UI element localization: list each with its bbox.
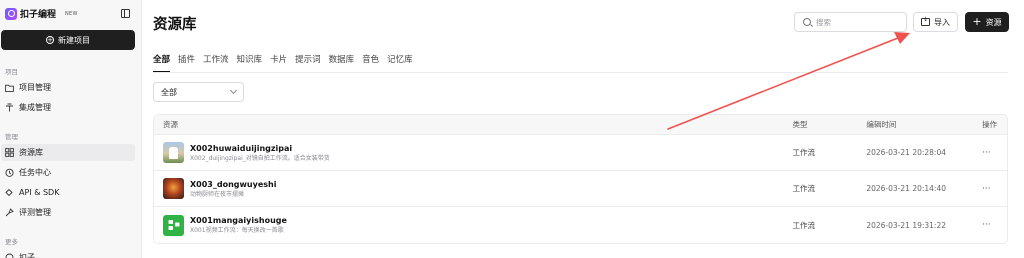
resource-type: 工作流	[792, 220, 816, 230]
add-resource-button[interactable]: + 资源	[965, 12, 1009, 32]
folder-icon	[5, 83, 14, 92]
column-header-time: 编辑时间	[866, 120, 897, 129]
resource-edit-time: 2026-03-21 20:14:40	[866, 184, 946, 193]
clock-icon	[5, 168, 14, 177]
more-actions-button[interactable]: ···	[982, 148, 1007, 158]
tab-memory[interactable]: 记忆库	[387, 51, 413, 73]
tab-cards[interactable]: 卡片	[270, 51, 287, 73]
type-filter-select[interactable]: 全部	[153, 82, 244, 102]
tabs-divider	[153, 72, 1008, 73]
app-root: 扣子编程 NEW + 新建项目 项目 项目管理 集成管理 管理 资源库 任务中心…	[0, 0, 1024, 258]
resource-name: X001mangaiyishouge	[190, 216, 287, 225]
more-actions-button[interactable]: ···	[982, 220, 1007, 230]
sidebar-item-projects[interactable]: 项目管理	[1, 79, 135, 96]
workflow-icon	[163, 214, 184, 236]
new-badge: NEW	[65, 10, 78, 17]
library-icon	[5, 148, 14, 157]
sidebar-item-label: 任务中心	[19, 168, 51, 177]
plus-icon: +	[972, 15, 982, 28]
more-actions-button[interactable]: ···	[982, 184, 1007, 194]
sidebar-collapse-icon[interactable]	[121, 9, 130, 18]
sidebar: 扣子编程 NEW + 新建项目 项目 项目管理 集成管理 管理 资源库 任务中心…	[0, 0, 142, 258]
sidebar-item-evaluation[interactable]: 评测管理	[1, 204, 135, 221]
tab-prompts[interactable]: 提示词	[295, 51, 321, 73]
table-row[interactable]: X001mangaiyishouge X001视频工作流：每天换改一首歌 工作流…	[154, 207, 1007, 243]
table-row[interactable]: X002huwaiduijingzipai X002_duijingzipai_…	[154, 135, 1007, 171]
main-content: 资源库 导入 + 资源 全部 插件 工作流 知识库 卡片 提示词 数据库 音色 …	[142, 0, 1024, 258]
chevron-down-icon	[229, 86, 238, 95]
tab-databases[interactable]: 数据库	[329, 51, 355, 73]
new-project-label: 新建项目	[58, 35, 90, 45]
add-resource-label: 资源	[985, 17, 1002, 27]
sidebar-item-label: 集成管理	[19, 103, 51, 112]
eval-icon	[5, 208, 14, 217]
tab-knowledge[interactable]: 知识库	[237, 51, 263, 73]
resource-description: 动物厨师在夜市摆摊	[190, 190, 245, 198]
section-label-manage: 管理	[5, 133, 18, 141]
resource-table: 资源 类型 编辑时间 操作 X002huwaiduijingzipai X002…	[153, 114, 1008, 244]
sidebar-item-library[interactable]: 资源库	[1, 144, 135, 161]
table-header: 资源 类型 编辑时间 操作	[154, 115, 1007, 135]
sidebar-item-label: 资源库	[19, 148, 43, 157]
search-icon	[803, 18, 811, 26]
plus-circle-icon: +	[46, 35, 54, 44]
resource-name: X002huwaiduijingzipai	[190, 143, 293, 153]
tab-plugins[interactable]: 插件	[178, 51, 195, 73]
integration-icon	[5, 103, 14, 112]
sidebar-item-label: 评测管理	[19, 208, 51, 217]
page-title: 资源库	[153, 17, 197, 33]
resource-thumbnail	[163, 142, 184, 163]
coze-icon	[5, 253, 14, 258]
column-header-resource: 资源	[163, 120, 178, 129]
resource-type: 工作流	[792, 148, 816, 157]
resource-edit-time: 2026-03-21 20:28:04	[866, 148, 946, 157]
tab-voices[interactable]: 音色	[362, 51, 379, 73]
resource-type: 工作流	[792, 184, 816, 193]
section-label-more: 更多	[5, 238, 18, 246]
filter-value: 全部	[161, 87, 177, 97]
column-header-type: 类型	[792, 120, 808, 129]
sidebar-item-tasks[interactable]: 任务中心	[1, 164, 135, 181]
tab-all[interactable]: 全部	[153, 51, 171, 73]
resource-description: X002_duijingzipai_对镜自拍工作流。适合女装带货	[190, 154, 330, 162]
resource-description: X001视频工作流：每天换改一首歌	[190, 227, 284, 234]
search-input[interactable]	[816, 17, 896, 27]
import-label: 导入	[934, 17, 950, 27]
resource-tabs: 全部 插件 工作流 知识库 卡片 提示词 数据库 音色 记忆库	[153, 51, 413, 73]
sidebar-item-coze[interactable]: 扣子	[1, 249, 135, 258]
brand[interactable]: 扣子编程 NEW	[5, 7, 78, 20]
sidebar-item-integrations[interactable]: 集成管理	[1, 99, 135, 116]
column-header-actions: 操作	[982, 120, 998, 129]
tab-workflows[interactable]: 工作流	[203, 51, 229, 73]
sidebar-item-api-sdk[interactable]: API & SDK	[1, 184, 135, 201]
brand-name: 扣子编程	[20, 10, 57, 20]
resource-edit-time: 2026-03-21 19:31:22	[866, 220, 946, 230]
table-row[interactable]: X003_dongwuyeshi 动物厨师在夜市摆摊 工作流 2026-03-2…	[154, 171, 1007, 207]
logo-icon	[5, 7, 17, 20]
sidebar-item-label: API & SDK	[19, 188, 60, 197]
search-box[interactable]	[794, 12, 907, 32]
import-button[interactable]: 导入	[913, 12, 958, 32]
section-label-project: 项目	[5, 68, 18, 76]
api-icon	[5, 188, 14, 197]
sidebar-item-label: 项目管理	[19, 83, 51, 92]
resource-thumbnail	[163, 178, 184, 199]
import-icon	[921, 16, 930, 26]
new-project-button[interactable]: + 新建项目	[1, 30, 135, 50]
resource-name: X003_dongwuyeshi	[190, 179, 277, 189]
sidebar-item-label: 扣子	[19, 253, 35, 258]
